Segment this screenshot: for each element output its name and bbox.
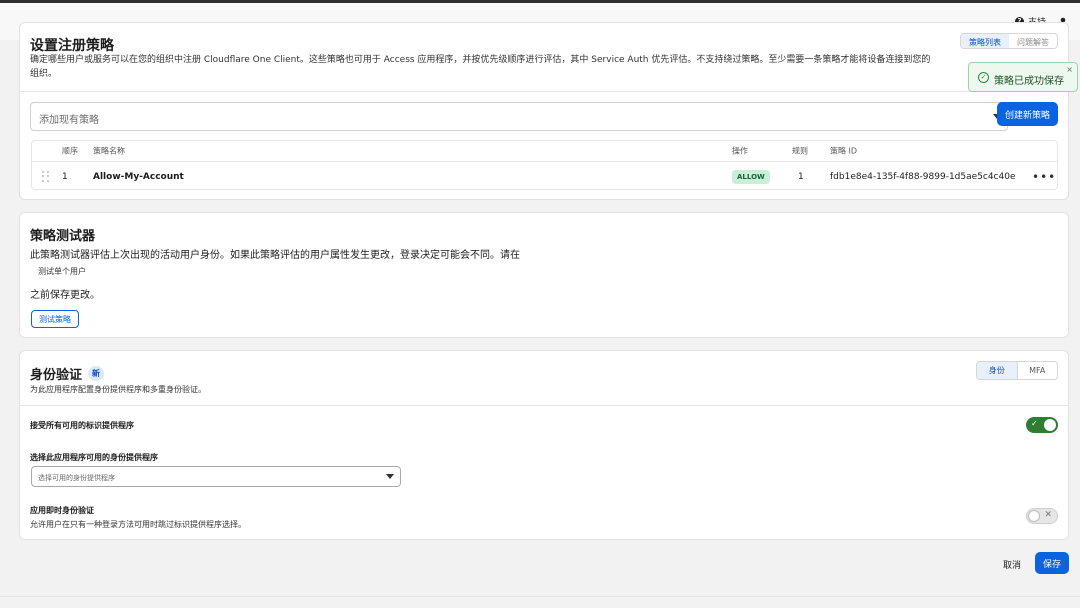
header-rules: 规则 <box>792 146 808 156</box>
action-badge: ALLOW <box>732 169 770 184</box>
toggle-knob <box>1044 419 1056 431</box>
policy-tester-card: 策略测试器 此策略测试器评估上次出现的活动用户身份。如果此策略评估的用户属性发生… <box>19 212 1069 338</box>
row-rules: 1 <box>798 171 804 182</box>
close-icon[interactable]: × <box>1066 65 1073 74</box>
toggle-knob <box>1028 510 1040 522</box>
header-policy-id: 策略 ID <box>830 146 858 156</box>
check-icon: ✓ <box>1031 419 1038 428</box>
more-options-icon[interactable]: ••• <box>1032 170 1056 184</box>
chevron-down-icon <box>386 474 394 479</box>
drag-handle-icon[interactable] <box>42 170 50 183</box>
row-policy-name[interactable]: Allow-My-Account <box>93 172 184 182</box>
header-order: 顺序 <box>62 146 78 156</box>
table-header: 顺序 策略名称 操作 规则 策略 ID <box>32 141 1057 162</box>
add-policy-select[interactable]: 添加现有策略 <box>30 102 1008 131</box>
row-policy-id: fdb1e8e4-135f-4f88-9899-1d5ae5c4c40e <box>830 171 1016 182</box>
select-idp-label: 选择此应用程序可用的身份提供程序 <box>30 453 158 462</box>
footer-divider <box>0 596 1080 597</box>
tester-title: 策略测试器 <box>30 229 96 244</box>
instant-auth-description: 允许用户在只有一种登录方法可用时跳过标识提供程序选择。 <box>30 520 246 529</box>
enrollment-policy-card: 设置注册策略 确定哪些用户或服务可以在您的组织中注册 Cloudflare On… <box>19 22 1069 200</box>
policy-card-description: 确定哪些用户或服务可以在您的组织中注册 Cloudflare One Clien… <box>30 55 931 79</box>
divider <box>20 405 1068 406</box>
accept-all-idp-toggle[interactable]: ✓ <box>1026 417 1058 433</box>
success-toast: ✓ 策略已成功保存 × <box>968 62 1078 92</box>
tab-faq[interactable]: 问题解答 <box>1009 34 1057 48</box>
save-button[interactable]: 保存 <box>1035 552 1069 574</box>
tab-mfa[interactable]: MFA <box>1018 362 1058 379</box>
row-order: 1 <box>62 171 68 182</box>
accept-all-idp-label: 接受所有可用的标识提供程序 <box>30 421 134 430</box>
instant-auth-label: 应用即时身份验证 <box>30 506 94 515</box>
policy-table: 顺序 策略名称 操作 规则 策略 ID 1 Allow-My-Account A… <box>31 140 1058 190</box>
idp-select-placeholder: 选择可用的身份提供程序 <box>38 474 115 482</box>
auth-tabs: 身份 MFA <box>976 361 1058 380</box>
create-policy-button[interactable]: 创建新策略 <box>997 102 1058 126</box>
auth-title: 身份验证 <box>30 368 83 383</box>
check-circle-icon: ✓ <box>978 72 989 83</box>
policy-card-title: 设置注册策略 <box>30 38 114 54</box>
toast-message: 策略已成功保存 <box>994 76 1064 87</box>
tester-paragraph-1: 此策略测试器评估上次出现的活动用户身份。如果此策略评估的用户属性发生更改，登录决… <box>30 250 520 261</box>
policy-view-tabs: 策略列表 问题解答 <box>960 33 1058 49</box>
test-single-user-link[interactable]: 测试单个用户 <box>38 266 86 277</box>
header-name: 策略名称 <box>93 146 125 156</box>
auth-subtitle: 为此应用程序配置身份提供程序和多重身份验证。 <box>30 385 206 394</box>
idp-select[interactable]: 选择可用的身份提供程序 <box>31 466 401 487</box>
divider <box>20 91 1068 92</box>
test-policy-button[interactable]: 测试策略 <box>31 310 79 328</box>
authentication-card: 身份验证 新 为此应用程序配置身份提供程序和多重身份验证。 身份 MFA 接受所… <box>19 350 1069 540</box>
tab-policy-list[interactable]: 策略列表 <box>961 34 1009 48</box>
auth-title-row: 身份验证 新 <box>30 364 105 383</box>
instant-auth-toggle[interactable]: ✕ <box>1026 508 1058 524</box>
tester-paragraph-2: 之前保存更改。 <box>30 290 100 301</box>
add-policy-placeholder: 添加现有策略 <box>39 115 99 126</box>
tab-identity[interactable]: 身份 <box>977 362 1018 379</box>
new-badge: 新 <box>88 366 105 381</box>
x-icon: ✕ <box>1044 510 1052 520</box>
cancel-button[interactable]: 取消 <box>1003 558 1021 571</box>
table-row[interactable]: 1 Allow-My-Account ALLOW 1 fdb1e8e4-135f… <box>32 162 1057 191</box>
header-action: 操作 <box>732 146 748 156</box>
